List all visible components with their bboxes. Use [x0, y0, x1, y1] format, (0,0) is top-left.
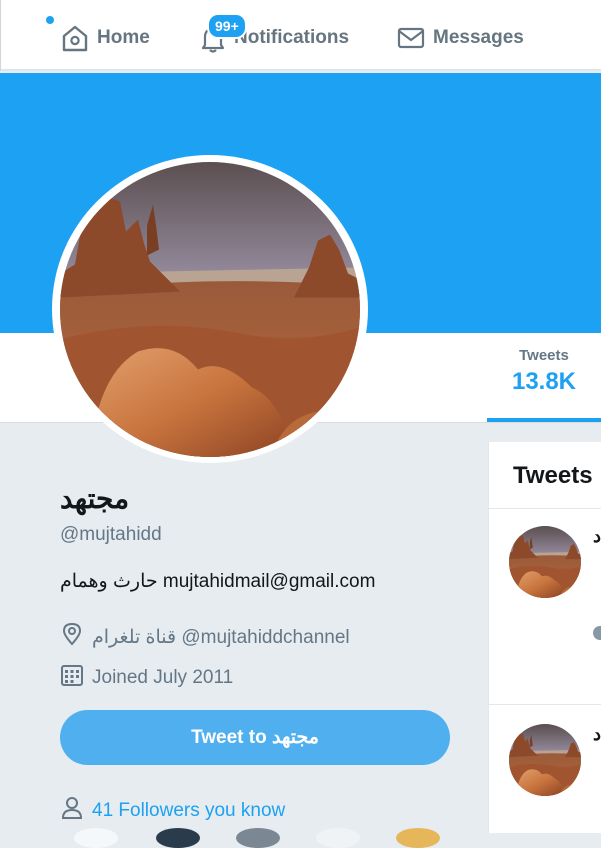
tweet-to-button[interactable]: Tweet to مجتهد: [60, 710, 450, 765]
profile-joined-text: Joined July 2011: [92, 667, 234, 688]
profile-bio: حارث وهمام mujtahidmail@gmail.com: [60, 571, 376, 592]
tweets-stat-count: 13.8K: [511, 368, 577, 395]
person-icon: [60, 796, 92, 826]
home-icon: [60, 23, 90, 53]
top-navigation: Home Notifications 99+ Messages: [0, 0, 601, 71]
follower-avatar[interactable]: [396, 828, 440, 848]
location-pin-icon: [60, 622, 92, 652]
nav-messages-label: Messages: [433, 27, 524, 48]
tweet-author-avatar[interactable]: [509, 526, 581, 598]
followers-you-know-link[interactable]: 41 Followers you know: [60, 796, 285, 826]
envelope-icon: [396, 23, 426, 53]
tweet-author-avatar[interactable]: [509, 724, 581, 796]
divider: [489, 704, 601, 705]
profile-name[interactable]: مجتهد: [60, 482, 129, 515]
followers-avatars-row: [60, 828, 480, 848]
nav-messages[interactable]: Messages: [396, 20, 524, 56]
tweet-author-name[interactable]: د: [593, 724, 601, 745]
follower-avatar[interactable]: [316, 828, 360, 848]
tweets-stat-label: Tweets: [519, 347, 569, 364]
calendar-icon: [60, 663, 92, 693]
nav-home[interactable]: Home: [60, 20, 150, 56]
follower-avatar[interactable]: [156, 828, 200, 848]
window-edge: [0, 0, 1, 71]
tweets-stat[interactable]: Tweets 13.8K: [487, 347, 601, 396]
follower-avatar[interactable]: [74, 828, 118, 848]
tweets-timeline: Tweets د د: [488, 442, 601, 833]
nav-home-label: Home: [97, 27, 150, 48]
profile-location-text: قناة تلغرام @mujtahiddchannel: [92, 626, 350, 648]
tweet-action-icon[interactable]: [593, 626, 601, 640]
new-content-dot: [46, 16, 54, 24]
profile-joined: Joined July 2011: [60, 663, 233, 693]
profile-location: قناة تلغرام @mujtahiddchannel: [60, 622, 350, 652]
nav-notifications-label: Notifications: [234, 27, 350, 48]
profile-handle[interactable]: @mujtahidd: [60, 524, 162, 546]
followers-you-know-text: 41 Followers you know: [92, 800, 286, 821]
tweets-timeline-title: Tweets: [513, 462, 593, 489]
avatar-landscape-image: [509, 526, 581, 598]
notifications-badge: 99+: [207, 13, 247, 39]
follower-avatar[interactable]: [236, 828, 280, 848]
profile-avatar[interactable]: [60, 162, 360, 457]
divider: [489, 508, 601, 509]
avatar-landscape-image: [509, 724, 581, 796]
tweet-author-name[interactable]: د: [593, 526, 601, 547]
avatar-landscape-image: [60, 162, 360, 457]
tweets-stat-active-indicator: [487, 418, 601, 422]
